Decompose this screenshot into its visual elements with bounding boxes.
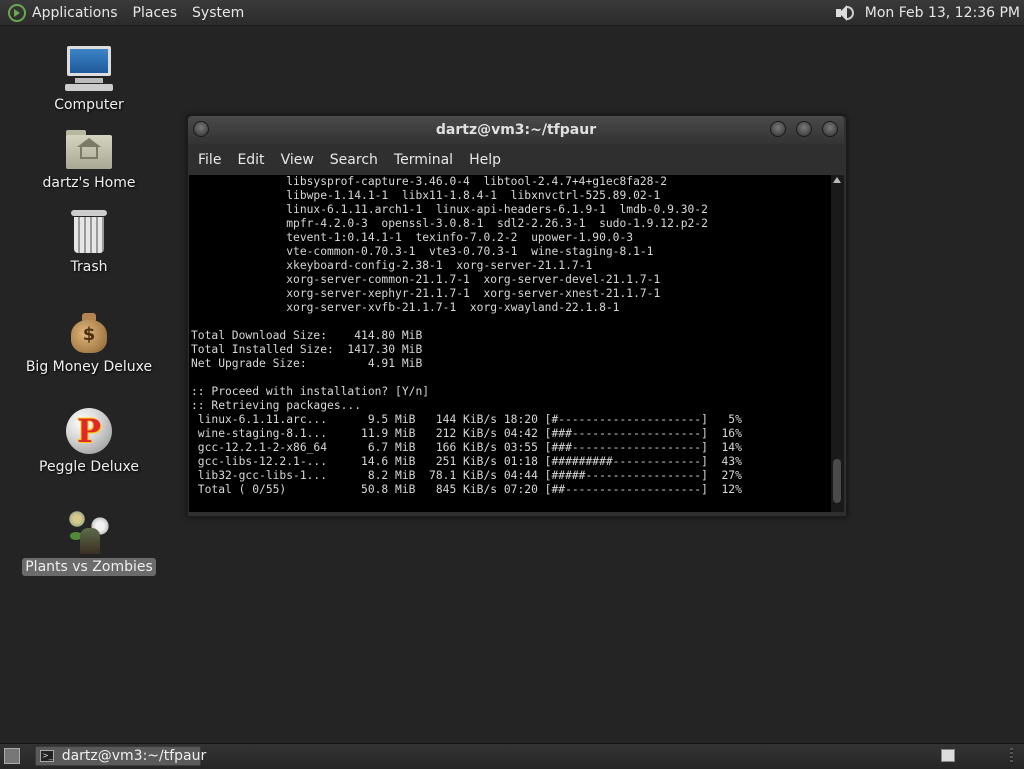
clock[interactable]: Mon Feb 13, 12:36 PM (865, 5, 1020, 21)
desktop-icon-label: Trash (70, 259, 108, 275)
terminal-line: :: Proceed with installation? [Y/n] (191, 385, 430, 398)
money-bag-icon: $ (69, 310, 109, 354)
terminal-line: xorg-server-xephyr-21.1.7-1 xorg-server-… (191, 287, 661, 300)
window-titlebar[interactable]: dartz@vm3:~/tfpaur (188, 116, 844, 144)
terminal-line: xkeyboard-config-2.38-1 xorg-server-21.1… (191, 259, 593, 272)
minimize-button[interactable] (770, 121, 786, 137)
menu-places[interactable]: Places (133, 5, 178, 21)
desktop-icon-home[interactable]: dartz's Home (14, 130, 164, 192)
terminal-line: gcc-12.2.1-2-x86_64 6.7 MiB 166 KiB/s 03… (191, 441, 742, 454)
show-desktop-icon[interactable] (4, 748, 20, 764)
terminal-line: lib32-gcc-libs-1... 8.2 MiB 78.1 KiB/s 0… (191, 469, 742, 482)
panel-tray: Mon Feb 13, 12:36 PM (833, 0, 1020, 25)
peggle-icon: P (66, 408, 112, 454)
top-panel: Applications Places System Mon Feb 13, 1… (0, 0, 1024, 26)
menu-edit[interactable]: Edit (237, 152, 264, 168)
terminal-line: linux-6.1.11.arch1-1 linux-api-headers-6… (191, 203, 708, 216)
terminal-line: vte-common-0.70.3-1 vte3-0.70.3-1 wine-s… (191, 245, 654, 258)
scrollbar-thumb[interactable] (833, 459, 841, 503)
computer-icon (65, 46, 113, 92)
home-folder-icon (66, 130, 112, 170)
maximize-button[interactable] (796, 121, 812, 137)
terminal-output[interactable]: libsysprof-capture-3.46.0-4 libtool-2.4.… (189, 175, 831, 512)
terminal-line: libsysprof-capture-3.46.0-4 libtool-2.4.… (191, 175, 668, 188)
bottom-panel: >_ dartz@vm3:~/tfpaur (0, 743, 1024, 769)
scroll-up-icon[interactable] (833, 177, 841, 183)
terminal-line: Total ( 0/55) 50.8 MiB 845 KiB/s 07:20 [… (191, 483, 742, 496)
terminal-line: xorg-server-xvfb-21.1.7-1 xorg-xwayland-… (191, 301, 620, 314)
volume-icon[interactable] (833, 2, 855, 24)
taskbar-window-button[interactable]: >_ dartz@vm3:~/tfpaur (35, 746, 206, 766)
menu-file[interactable]: File (198, 152, 221, 168)
menu-terminal[interactable]: Terminal (394, 152, 453, 168)
desktop-icon-label: Plants vs Zombies (22, 558, 156, 576)
window-menu-icon[interactable] (193, 121, 209, 137)
close-button[interactable] (822, 121, 838, 137)
terminal-line: gcc-libs-12.2.1-... 14.6 MiB 251 KiB/s 0… (191, 455, 742, 468)
terminal-line: Total Download Size: 414.80 MiB (191, 329, 423, 342)
desktop-icon-label: Big Money Deluxe (25, 359, 153, 375)
desktop-icon-big-money[interactable]: $ Big Money Deluxe (14, 310, 164, 376)
desktop-icon-plants[interactable]: Plants vs Zombies (14, 508, 164, 576)
desktop-icon-trash[interactable]: Trash (14, 210, 164, 276)
desktop-icon-label: Peggle Deluxe (39, 459, 139, 475)
terminal-line: xorg-server-common-21.1.7-1 xorg-server-… (191, 273, 661, 286)
desktop-icon-label: Computer (54, 97, 124, 113)
workspace-switcher[interactable] (941, 749, 955, 762)
menu-help[interactable]: Help (469, 152, 501, 168)
terminal-icon: >_ (40, 750, 54, 762)
desktop-icon-computer[interactable]: Computer (14, 46, 164, 114)
plants-vs-zombies-icon (66, 508, 112, 554)
terminal-menubar: File Edit View Search Terminal Help (188, 146, 844, 174)
menu-system[interactable]: System (192, 5, 244, 21)
terminal-line: libwpe-1.14.1-1 libx11-1.8.4-1 libxnvctr… (191, 189, 661, 202)
terminal-line: tevent-1:0.14.1-1 texinfo-7.0.2-2 upower… (191, 231, 634, 244)
desktop-icon-peggle[interactable]: P Peggle Deluxe (14, 408, 164, 476)
terminal-scrollbar[interactable] (831, 175, 844, 512)
terminal-line: :: Retrieving packages... (191, 399, 362, 412)
desktop-icon-label: dartz's Home (42, 175, 136, 191)
window-title: dartz@vm3:~/tfpaur (435, 122, 597, 138)
terminal-line (189, 315, 831, 329)
menu-search[interactable]: Search (330, 152, 378, 168)
distro-logo-icon[interactable] (8, 3, 26, 22)
terminal-line: mpfr-4.2.0-3 openssl-3.0.8-1 sdl2-2.26.3… (191, 217, 708, 230)
terminal-line: Total Installed Size: 1417.30 MiB (191, 343, 423, 356)
panel-handle[interactable] (1010, 748, 1013, 764)
terminal-line (189, 371, 831, 385)
menu-view[interactable]: View (281, 152, 314, 168)
terminal-line: linux-6.1.11.arc... 9.5 MiB 144 KiB/s 18… (191, 413, 742, 426)
terminal-line: Net Upgrade Size: 4.91 MiB (191, 357, 423, 370)
taskbar-window-label: dartz@vm3:~/tfpaur (61, 748, 207, 764)
terminal-line: wine-staging-8.1... 11.9 MiB 212 KiB/s 0… (191, 427, 742, 440)
terminal-window[interactable]: dartz@vm3:~/tfpaur File Edit View Search… (187, 115, 847, 517)
trash-icon (71, 210, 107, 254)
menu-applications[interactable]: Applications (32, 5, 118, 21)
